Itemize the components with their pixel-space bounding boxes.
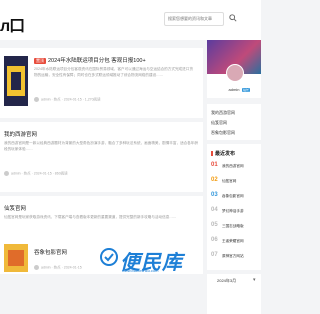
post-meta-text: 热点 · 2024-01-15 bbox=[53, 265, 82, 270]
author-avatar bbox=[4, 171, 9, 176]
quick-link[interactable]: 我的西游官网 bbox=[211, 110, 235, 116]
post-meta: admin · 热点 · 2024-01-15 · 1,270阅读 bbox=[34, 97, 101, 102]
watermark-logo-icon bbox=[100, 248, 118, 266]
rank-number: 05 bbox=[211, 222, 218, 228]
post-excerpt: 2024年水陆联运项目分包客观资讯在国际贸易领域，客户可以通过海运与空运结合的方… bbox=[34, 67, 193, 77]
rank-title[interactable]: 原神官方网站 bbox=[222, 254, 244, 259]
post-meta: admin · 热点 · 2024-01-15 · 860阅读 bbox=[4, 171, 68, 176]
rank-item[interactable]: 01 我的西游官网 bbox=[211, 162, 261, 174]
author-name[interactable]: admin bbox=[41, 265, 51, 269]
rank-item[interactable]: 06 王者荣耀官网 bbox=[211, 237, 261, 249]
post-title[interactable]: 仙笈官网 bbox=[4, 204, 26, 212]
author-name[interactable]: admin bbox=[41, 97, 51, 101]
rank-number: 04 bbox=[211, 207, 218, 213]
post-thumbnail[interactable] bbox=[4, 244, 28, 272]
search-icon[interactable] bbox=[229, 14, 237, 22]
profile-card: admin 站长 bbox=[207, 40, 261, 98]
post-list: 置顶 2024年水陆联运项目分包 客观日报100+ 2024年水陆联运项目分包客观… bbox=[0, 48, 203, 274]
post-title[interactable]: 吞象包影官网 bbox=[34, 248, 67, 256]
author-avatar bbox=[34, 97, 39, 102]
admin-badge: 站长 bbox=[242, 88, 251, 92]
post-item[interactable]: 我的西游官网 我的西游官网是一款以经典西游题材为背景的大型角色扮演手游，融合了多… bbox=[0, 122, 203, 192]
watermark-url: www.bianminku.com bbox=[122, 268, 159, 273]
site-header: л口 bbox=[0, 0, 261, 40]
post-meta: admin · 热点 · 2024-01-15 bbox=[34, 265, 82, 270]
latest-posts-widget: 最近发布 01 我的西游官网 02 仙笈官网 03 吞象包影官网 04 梦幻神话手游 0… bbox=[207, 144, 261, 270]
top-badge: 置顶 bbox=[34, 58, 46, 64]
rank-title[interactable]: 我的西游官网 bbox=[222, 164, 244, 169]
rank-title[interactable]: 王者荣耀官网 bbox=[222, 239, 244, 244]
post-title[interactable]: 置顶 2024年水陆联运项目分包 客观日报100+ bbox=[34, 56, 146, 64]
rank-number: 07 bbox=[211, 252, 218, 258]
rank-number: 06 bbox=[211, 237, 218, 243]
quick-link[interactable]: 吞象包影官网 bbox=[211, 130, 235, 136]
search-input[interactable] bbox=[164, 12, 224, 26]
quick-links: 我的西游官网 仙笈官网 吞象包影官网 bbox=[207, 104, 261, 140]
post-excerpt: 我的西游官网是一款以经典西游题材为背景的大型角色扮演手游，融合了多种玩法系统，画… bbox=[4, 141, 199, 151]
rank-title[interactable]: 三国志战略版 bbox=[222, 224, 244, 229]
rank-title[interactable]: 梦幻神话手游 bbox=[222, 209, 244, 214]
admin-name[interactable]: admin bbox=[207, 87, 261, 92]
post-item[interactable]: 置顶 2024年水陆联运项目分包 客观日报100+ 2024年水陆联运项目分包客观… bbox=[0, 48, 203, 118]
post-title[interactable]: 我的西游官网 bbox=[4, 130, 37, 138]
chevron-down-icon[interactable]: ▾ bbox=[253, 277, 256, 283]
rank-item[interactable]: 07 原神官方网站 bbox=[211, 252, 261, 264]
rank-item[interactable]: 05 三国志战略版 bbox=[211, 222, 261, 234]
post-meta-text: 热点 · 2024-01-15 · 1,270阅读 bbox=[53, 97, 101, 102]
site-logo[interactable]: л口 bbox=[0, 12, 25, 36]
rank-number: 03 bbox=[211, 192, 218, 198]
calendar-widget: 2024年3月 ▾ bbox=[207, 274, 261, 314]
rank-title[interactable]: 仙笈官网 bbox=[222, 179, 236, 184]
rank-number: 02 bbox=[211, 177, 218, 183]
post-meta-text: 热点 · 2024-01-15 · 860阅读 bbox=[23, 171, 68, 176]
rank-item[interactable]: 02 仙笈官网 bbox=[211, 177, 261, 189]
author-name[interactable]: admin bbox=[11, 171, 21, 175]
watermark: 便民库 www.bianminku.com bbox=[100, 244, 200, 274]
author-avatar bbox=[34, 265, 39, 270]
calendar-date: 2024年3月 bbox=[217, 278, 237, 283]
avatar[interactable] bbox=[226, 64, 244, 82]
rank-item[interactable]: 04 梦幻神话手游 bbox=[211, 207, 261, 219]
post-thumbnail[interactable] bbox=[4, 56, 28, 106]
post-excerpt: 仙笈官网是玩家获取游戏资讯、下载客户端与查看版本更新的重要渠道，提供完整的新手攻… bbox=[4, 215, 177, 219]
quick-link[interactable]: 仙笈官网 bbox=[211, 120, 227, 126]
rank-number: 01 bbox=[211, 162, 218, 168]
post-title-text[interactable]: 2024年水陆联运项目分包 客观日报100+ bbox=[48, 58, 146, 64]
rank-title[interactable]: 吞象包影官网 bbox=[222, 194, 244, 199]
rank-item[interactable]: 03 吞象包影官网 bbox=[211, 192, 261, 204]
widget-title: 最近发布 bbox=[211, 150, 235, 157]
